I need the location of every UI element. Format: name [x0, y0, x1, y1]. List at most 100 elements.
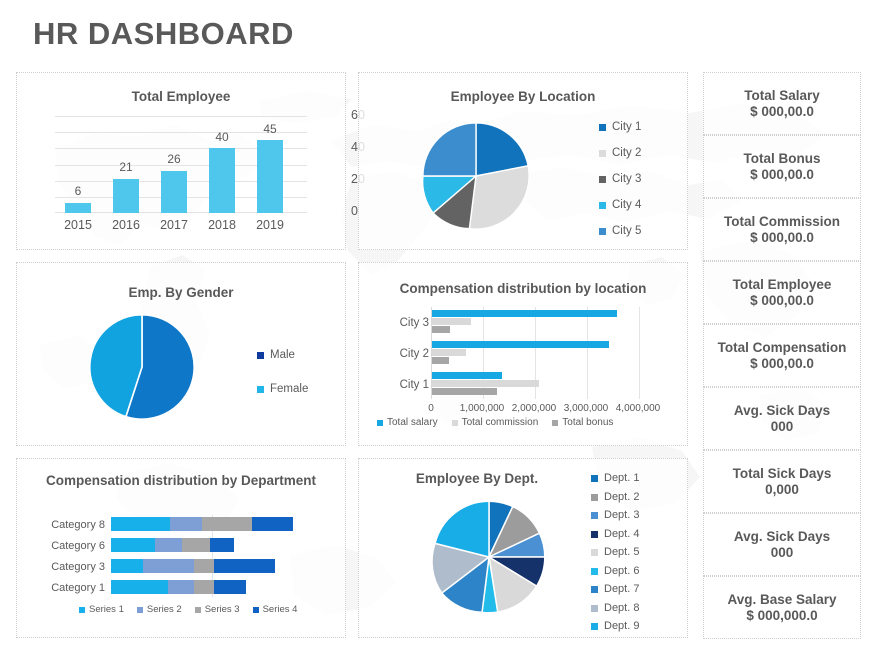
kpi-card-avg-sick-days-1[interactable]: Avg. Sick Days 000 — [703, 387, 861, 450]
hr-dashboard-root: HR DASHBOARD Total Employee 6 21 26 40 4… — [0, 0, 870, 653]
legend-swatch-dept-3 — [591, 512, 598, 519]
kpi-value-avg-base-salary: $ 000,000.0 — [746, 608, 818, 623]
legend-label-city-3: City 3 — [612, 173, 642, 185]
kpi-card-total-bonus[interactable]: Total Bonus $ 000,00.0 — [703, 135, 861, 198]
kpi-card-avg-base-salary[interactable]: Avg. Base Salary $ 000,000.0 — [703, 576, 861, 639]
kpi-label-total-employee: Total Employee — [732, 277, 832, 292]
bar-city2-total-bonus — [432, 357, 449, 364]
panel-compensation-by-department: Compensation distribution by Department — [16, 458, 346, 638]
kpi-value-avg-sick-days-2: 000 — [770, 545, 794, 560]
legend-item-city-2: City 2 — [599, 147, 641, 159]
xtick-2018: 2018 — [208, 218, 236, 232]
panel-emp-by-gender: Emp. By Gender Male Female — [16, 262, 346, 446]
chart-title-compensation-by-location: Compensation distribution by location — [399, 281, 647, 296]
legend-item-dept-1: Dept. 1 — [591, 473, 639, 484]
ytick-city-3: City 3 — [399, 317, 429, 329]
kpi-label-total-salary: Total Salary — [744, 88, 820, 103]
segment-category-1-series-2 — [167, 580, 194, 594]
segment-category-3-series-3 — [193, 559, 214, 573]
legend-swatch-dept-6 — [591, 567, 598, 575]
xtick-4000000: 4,000,000 — [615, 403, 661, 414]
legend-item-series-1: Series 1 — [79, 604, 124, 615]
kpi-card-total-compensation[interactable]: Total Compensation $ 000,00.0 — [703, 324, 861, 387]
legend-label-total-commission: Total commission — [461, 417, 539, 428]
panel-employee-by-location: Employee By Location City 1 City 2 City … — [358, 72, 688, 250]
bar-city3-total-salary — [432, 310, 617, 317]
legend-employee-by-dept: Dept. 1 Dept. 2 Dept. 3 Dept. 4 Dept. 5 … — [591, 473, 639, 632]
legend-swatch-dept-4 — [591, 530, 598, 538]
kpi-value-total-salary: $ 000,00.0 — [750, 104, 814, 119]
legend-item-city-1: City 1 — [599, 121, 641, 133]
segment-category-8-series-4 — [252, 517, 293, 531]
legend-label-dept-1: Dept. 1 — [604, 472, 640, 484]
legend-item-dept-8: Dept. 8 — [591, 601, 640, 614]
legend-swatch-series-1 — [79, 606, 85, 613]
bar-city1-total-salary — [432, 372, 503, 379]
segment-category-6-series-4 — [210, 538, 235, 552]
legend-label-dept-4: Dept. 4 — [604, 527, 640, 540]
ytick-category-8: Category 8 — [51, 519, 105, 531]
legend-swatch-city-3 — [599, 175, 606, 183]
kpi-card-total-commission[interactable]: Total Commission $ 000,00.0 — [703, 198, 861, 261]
legend-swatch-total-commission — [451, 419, 458, 426]
segment-category-6-series-2 — [155, 538, 182, 552]
legend-item-dept-3: Dept. 3 — [591, 510, 639, 521]
kpi-value-total-sick-days: 0,000 — [765, 482, 799, 497]
legend-label-dept-2: Dept. 2 — [604, 490, 640, 503]
bar-value-2018: 40 — [215, 130, 229, 144]
panel-employee-by-dept: Employee By Dept. Dept. 1 Dept. 2 Dept. … — [358, 458, 688, 638]
kpi-card-avg-sick-days-2[interactable]: Avg. Sick Days 000 — [703, 513, 861, 576]
segment-category-6-series-3 — [181, 538, 210, 552]
kpi-label-avg-base-salary: Avg. Base Salary — [727, 592, 837, 607]
xtick-2017: 2017 — [160, 218, 188, 232]
bar-value-2016: 21 — [119, 160, 133, 174]
legend-label-dept-3: Dept. 3 — [604, 509, 640, 521]
legend-swatch-dept-8 — [591, 604, 598, 612]
legend-swatch-series-2 — [136, 606, 143, 613]
kpi-label-total-compensation: Total Compensation — [717, 340, 847, 355]
chart-compensation-by-location — [431, 307, 640, 399]
legend-label-city-4: City 4 — [612, 199, 642, 211]
panel-compensation-by-location: Compensation distribution by location Ci… — [358, 262, 688, 446]
legend-item-dept-6: Dept. 6 — [591, 564, 640, 577]
legend-label-dept-6: Dept. 6 — [604, 564, 640, 577]
legend-label-dept-5: Dept. 5 — [604, 546, 640, 558]
xtick-2016: 2016 — [112, 218, 140, 232]
bar-city1-total-bonus — [432, 388, 497, 395]
legend-label-female: Female — [270, 383, 309, 395]
legend-item-dept-7: Dept. 7 — [591, 584, 639, 595]
pie-chart-employee-by-dept — [431, 500, 546, 614]
page-title: HR DASHBOARD — [33, 16, 294, 51]
segment-category-1-series-4 — [214, 580, 247, 594]
legend-swatch-dept-7 — [591, 586, 598, 593]
kpi-card-total-salary[interactable]: Total Salary $ 000,00.0 — [703, 72, 861, 135]
bar-2017 — [161, 171, 187, 213]
legend-swatch-city-5 — [599, 227, 606, 235]
chart-title-compensation-by-department: Compensation distribution by Department — [45, 473, 316, 488]
segment-category-1-series-1 — [111, 580, 168, 594]
legend-item-female: Female — [257, 383, 308, 395]
legend-label-city-1: City 1 — [612, 121, 642, 133]
legend-item-total-bonus: Total bonus — [552, 417, 613, 428]
ytick-category-1: Category 1 — [51, 582, 105, 594]
kpi-card-total-employee[interactable]: Total Employee $ 000,00.0 — [703, 261, 861, 324]
chart-title-total-employee: Total Employee — [131, 89, 231, 104]
legend-label-series-4: Series 4 — [262, 604, 298, 615]
legend-swatch-dept-1 — [591, 475, 598, 482]
ytick-city-1: City 1 — [399, 379, 429, 391]
chart-title-emp-by-gender: Emp. By Gender — [128, 285, 234, 300]
ytick-city-2: City 2 — [399, 348, 429, 360]
kpi-card-total-sick-days[interactable]: Total Sick Days 0,000 — [703, 450, 861, 513]
chart-title-employee-by-location: Employee By Location — [450, 89, 596, 104]
kpi-value-total-compensation: $ 000,00.0 — [750, 356, 814, 371]
bar-city1-total-commission — [432, 380, 539, 387]
legend-swatch-series-3 — [194, 606, 201, 613]
kpi-value-avg-sick-days-1: 000 — [770, 419, 794, 434]
legend-item-dept-5: Dept. 5 — [591, 547, 639, 558]
legend-item-city-3: City 3 — [599, 173, 641, 185]
legend-item-total-commission: Total commission — [451, 417, 539, 428]
pie-chart-emp-by-gender — [88, 313, 195, 420]
legend-swatch-city-2 — [599, 149, 606, 157]
legend-label-dept-8: Dept. 8 — [604, 601, 640, 614]
bar-2016 — [113, 179, 139, 213]
